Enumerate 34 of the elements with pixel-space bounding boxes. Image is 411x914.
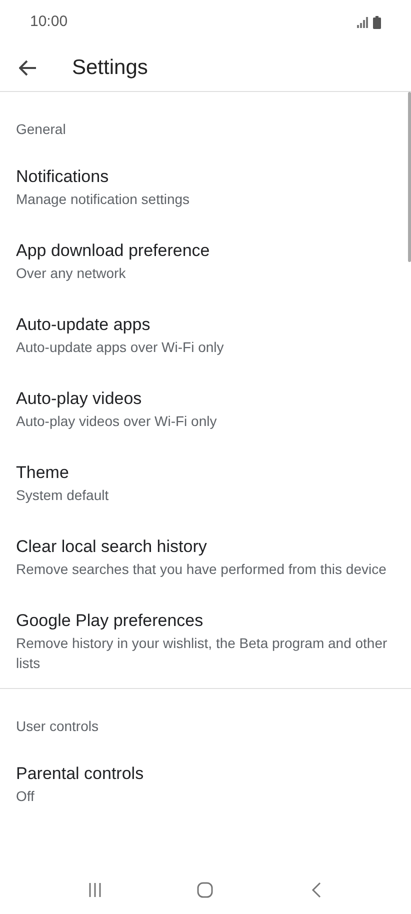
item-subtitle: Remove searches that you have performed from this device (16, 560, 388, 579)
item-subtitle: Over any network (16, 264, 127, 283)
settings-item[interactable]: Theme System default (0, 446, 411, 520)
settings-item[interactable]: Auto-update apps Auto-update apps over Wi-Fi only (0, 298, 411, 372)
back-chevron-icon (310, 882, 321, 898)
item-title: Google Play preferences (16, 610, 204, 632)
signal-icon (357, 16, 369, 28)
battery-icon (373, 16, 381, 28)
item-subtitle: Auto-play videos over Wi-Fi only (16, 412, 218, 431)
settings-item[interactable]: Google Play preferences Remove history in your wishlist, the Beta program and other lists (0, 594, 411, 688)
settings-item[interactable]: Parental controls Off (0, 747, 411, 821)
section-header: User controls (16, 718, 98, 734)
back-arrow-icon (19, 60, 37, 76)
status-time: 10:00 (30, 12, 68, 32)
item-subtitle: Remove history in your wishlist, the Beta program and other lists (16, 634, 388, 673)
settings-item[interactable]: App download preference Over any network (0, 224, 411, 298)
item-subtitle: System default (16, 486, 110, 505)
item-subtitle: Auto-update apps over Wi-Fi only (16, 338, 225, 357)
item-title: Auto-play videos (16, 388, 143, 410)
settings-item[interactable]: Auto-play videos Auto-play videos over Wi-Fi only (0, 372, 411, 446)
item-subtitle: Off (16, 787, 36, 806)
page-title: Settings (72, 54, 148, 81)
recent-apps-icon (88, 883, 102, 897)
item-title: Theme (16, 462, 70, 484)
item-subtitle: Manage notification settings (16, 190, 191, 209)
settings-item[interactable]: Clear local search history Remove searches that you have performed from this device (0, 520, 411, 594)
item-title: Parental controls (16, 763, 145, 785)
home-icon (197, 882, 214, 898)
item-title: Notifications (16, 166, 110, 188)
settings-item[interactable]: Notifications Manage notification settings (0, 150, 411, 224)
item-title: Clear local search history (16, 536, 208, 558)
item-title: Auto-update apps (16, 314, 152, 336)
item-title: App download preference (16, 240, 211, 262)
section-header: General (16, 121, 66, 137)
